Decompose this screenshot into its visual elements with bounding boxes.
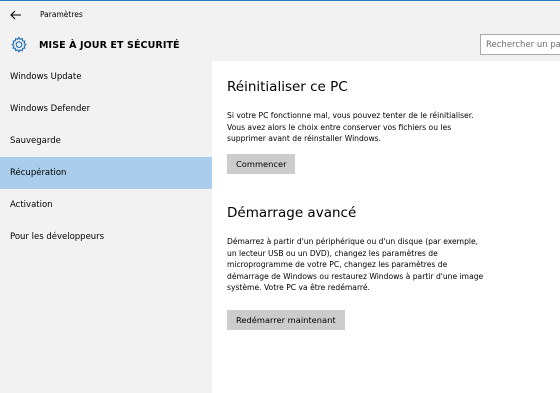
restart-now-button[interactable]: Redémarrer maintenant: [227, 310, 345, 330]
sidebar-item-activation[interactable]: Activation: [0, 189, 212, 221]
gear-icon: [11, 36, 27, 53]
back-arrow-icon: [10, 10, 21, 20]
advanced-startup-title: Démarrage avancé: [227, 205, 357, 221]
start-reset-button[interactable]: Commencer: [227, 154, 296, 174]
reset-description-line: supprimer avant de réinstaller Windows.: [227, 134, 382, 143]
sidebar-item-recuperation[interactable]: Récupération: [0, 157, 212, 189]
reset-description-line: Vous avez alors le choix entre conserver…: [227, 122, 452, 132]
reset-description-line: Si votre PC fonctionne mal, vous pouvez …: [227, 111, 474, 120]
sidebar-item-windows-defender[interactable]: Windows Defender: [0, 93, 212, 125]
reset-section-title: Réinitialiser ce PC: [227, 79, 348, 95]
reset-description: Si votre PC fonctionne mal, vous pouvez …: [227, 110, 547, 145]
advanced-description-line: Démarrez à partir d'un périphérique ou d…: [227, 237, 479, 246]
title-bar: Paramètres: [0, 0, 560, 29]
search-input[interactable]: [480, 34, 560, 55]
back-button[interactable]: [6, 7, 26, 23]
sidebar: Windows Update Windows Defender Sauvegar…: [0, 61, 212, 393]
page-header: MISE À JOUR ET SÉCURITÉ: [0, 29, 560, 61]
page-title: MISE À JOUR ET SÉCURITÉ: [39, 40, 180, 51]
app-title: Paramètres: [40, 10, 83, 19]
advanced-description-line: microprogramme de votre PC, changez les …: [227, 260, 448, 269]
main-content: Réinitialiser ce PC Si votre PC fonction…: [212, 61, 560, 393]
advanced-description-line: un lecteur USB ou un DVD), changez les p…: [227, 248, 438, 258]
sidebar-item-developpeurs[interactable]: Pour les développeurs: [0, 221, 212, 253]
advanced-description-line: système. Votre PC va être redémarré.: [227, 283, 370, 292]
advanced-description-line: démarrage de Windows ou restaurez Window…: [227, 271, 484, 281]
sidebar-item-sauvegarde[interactable]: Sauvegarde: [0, 125, 212, 157]
settings-window: Paramètres MISE À JOUR ET SÉCURITÉ Windo…: [0, 0, 560, 393]
advanced-startup-description: Démarrez à partir d'un périphérique ou d…: [227, 236, 547, 294]
sidebar-item-windows-update[interactable]: Windows Update: [0, 61, 212, 93]
